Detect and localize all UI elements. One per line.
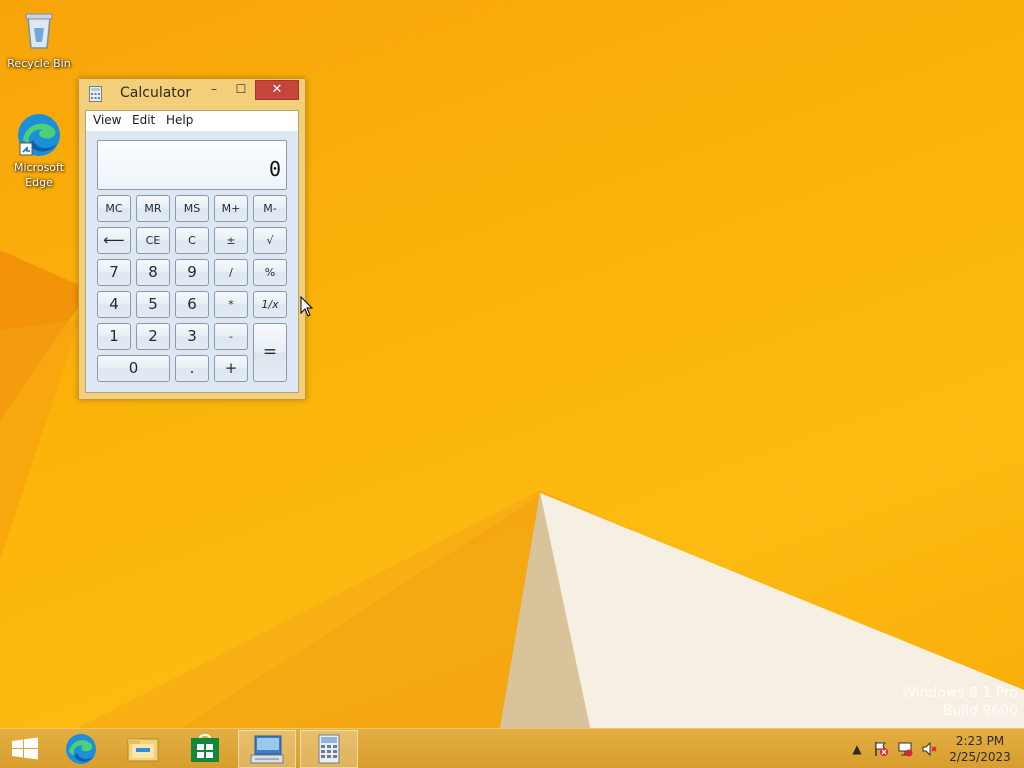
key-3[interactable]: 3	[175, 323, 209, 350]
key-memory-store[interactable]: MS	[175, 195, 209, 222]
taskbar-edge[interactable]	[52, 730, 110, 768]
key-percent[interactable]: %	[253, 259, 287, 286]
key-memory-add[interactable]: M+	[214, 195, 248, 222]
menu-help[interactable]: Help	[166, 113, 193, 127]
mouse-cursor-icon	[300, 295, 314, 318]
start-icon	[12, 737, 38, 760]
taskbar-file-explorer[interactable]	[114, 730, 172, 768]
key-divide[interactable]: /	[214, 259, 248, 286]
volume-muted-icon[interactable]	[921, 741, 937, 757]
desktop-icon-microsoft-edge[interactable]: Microsoft Edge	[3, 110, 75, 190]
calculator-app-icon	[89, 86, 102, 102]
key-equals[interactable]: =	[253, 323, 287, 382]
key-memory-clear[interactable]: MC	[97, 195, 131, 222]
calculator-display: 0	[97, 140, 287, 190]
store-icon	[191, 734, 219, 762]
clock-date: 2/25/2023	[949, 750, 1011, 764]
display-value: 0	[268, 157, 281, 181]
key-decimal[interactable]: .	[175, 355, 209, 382]
window-title: Calculator	[120, 85, 192, 101]
action-center-flag-icon[interactable]	[873, 741, 889, 757]
key-subtract[interactable]: -	[214, 323, 248, 350]
key-backspace[interactable]: ⟵	[97, 227, 131, 254]
key-memory-recall[interactable]: MR	[136, 195, 170, 222]
network-icon[interactable]	[897, 741, 913, 757]
key-reciprocal[interactable]: 1/x	[253, 291, 287, 318]
menu-edit[interactable]: Edit	[132, 113, 155, 127]
start-button[interactable]	[0, 730, 50, 768]
watermark-edition: Windows 8.1 Pro	[902, 685, 1018, 701]
key-0[interactable]: 0	[97, 355, 170, 382]
key-multiply[interactable]: *	[214, 291, 248, 318]
key-4[interactable]: 4	[97, 291, 131, 318]
recycle-bin-icon	[15, 6, 63, 54]
menu-bar: View Edit Help	[86, 111, 298, 131]
key-plus-minus[interactable]: ±	[214, 227, 248, 254]
desktop-icon-label: Microsoft Edge	[13, 161, 65, 189]
key-5[interactable]: 5	[136, 291, 170, 318]
minimize-button[interactable]: –	[203, 80, 225, 100]
desktop: Recycle Bin Microsoft Edge Calculator – …	[0, 0, 1024, 768]
taskbar: ▲ 2:23 PM 2/25/2023	[0, 728, 1024, 768]
desktop-icon-label: Recycle Bin	[7, 57, 71, 70]
taskbar-calculator[interactable]	[300, 730, 358, 768]
edge-icon	[66, 734, 96, 764]
file-explorer-icon	[127, 738, 159, 762]
key-7[interactable]: 7	[97, 259, 131, 286]
key-6[interactable]: 6	[175, 291, 209, 318]
key-add[interactable]: +	[214, 355, 248, 382]
key-9[interactable]: 9	[175, 259, 209, 286]
calculator-icon	[318, 734, 340, 764]
calculator-window: Calculator – ☐ ✕ View Edit Help 0 MC MR …	[78, 78, 306, 400]
calculator-titlebar[interactable]: Calculator – ☐ ✕	[79, 79, 305, 109]
key-memory-subtract[interactable]: M-	[253, 195, 287, 222]
maximize-button[interactable]: ☐	[229, 80, 253, 100]
key-clear[interactable]: C	[175, 227, 209, 254]
key-clear-entry[interactable]: CE	[136, 227, 170, 254]
windows-watermark: Windows 8.1 Pro Build 9600	[902, 684, 1018, 720]
clock-time: 2:23 PM	[955, 734, 1005, 748]
calculator-body: View Edit Help 0 MC MR MS M+ M- ⟵ CE C ±…	[85, 110, 299, 393]
key-1[interactable]: 1	[97, 323, 131, 350]
taskbar-clock[interactable]: 2:23 PM 2/25/2023	[944, 733, 1016, 765]
key-square-root[interactable]: √	[253, 227, 287, 254]
key-2[interactable]: 2	[136, 323, 170, 350]
menu-view[interactable]: View	[93, 113, 121, 127]
taskbar-on-screen-keyboard[interactable]	[238, 730, 296, 768]
taskbar-store[interactable]	[176, 730, 234, 768]
tray-overflow-chevron-icon[interactable]: ▲	[849, 741, 865, 757]
desktop-icon-recycle-bin[interactable]: Recycle Bin	[3, 6, 75, 71]
watermark-build: Build 9600	[942, 703, 1018, 719]
close-button[interactable]: ✕	[255, 80, 299, 100]
key-8[interactable]: 8	[136, 259, 170, 286]
edge-icon	[15, 110, 63, 158]
on-screen-keyboard-icon	[250, 735, 284, 764]
